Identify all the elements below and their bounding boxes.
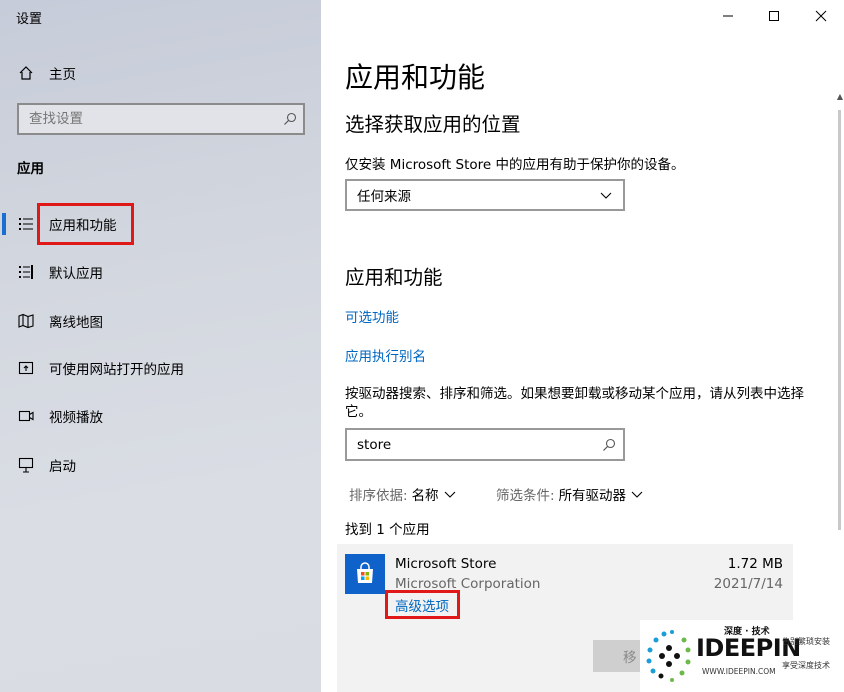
video-playback-icon	[17, 407, 35, 425]
home-icon	[17, 64, 35, 82]
maximize-icon	[769, 11, 779, 21]
offline-maps-icon	[17, 312, 35, 330]
close-icon	[815, 10, 827, 22]
optional-features-link[interactable]: 可选功能	[345, 306, 399, 326]
sidebar-item-offline-maps[interactable]: 离线地图	[0, 301, 321, 341]
sidebar-item-label: 视频播放	[49, 410, 103, 426]
highlight-box	[385, 590, 460, 619]
app-name: Microsoft Store	[395, 556, 497, 572]
sidebar-item-startup[interactable]: 启动	[0, 445, 321, 485]
scrollbar[interactable]	[838, 110, 841, 530]
chevron-down-icon	[444, 491, 455, 498]
dropdown-value: 任何来源	[357, 189, 411, 205]
apps-for-websites-icon	[17, 359, 35, 377]
watermark: 深度 · 技术 IDEEPIN WWW.IDEEPIN.COM 告别繁琐安装 享…	[640, 620, 844, 692]
app-size: 1.72 MB	[727, 556, 783, 572]
page-title: 应用和功能	[345, 61, 486, 94]
location-heading: 选择获取应用的位置	[345, 113, 521, 136]
sidebar-item-label: 默认应用	[49, 266, 103, 282]
filter-dropdown[interactable]: 筛选条件: 所有驱动器	[496, 484, 644, 504]
ideepin-logo-icon	[646, 630, 691, 682]
highlight-box	[37, 203, 134, 245]
chevron-down-icon	[599, 188, 613, 206]
window-title: 设置	[16, 12, 43, 27]
search-icon[interactable]	[283, 111, 297, 130]
filter-value: 所有驱动器	[558, 488, 627, 504]
search-icon[interactable]	[602, 437, 616, 456]
close-button[interactable]	[801, 4, 841, 28]
sidebar-item-default-apps[interactable]: 默认应用	[0, 252, 321, 292]
apps-heading: 应用和功能	[345, 266, 443, 289]
sidebar-item-video-playback[interactable]: 视频播放	[0, 396, 321, 436]
sort-dropdown[interactable]: 排序依据: 名称	[349, 484, 457, 504]
maximize-button[interactable]	[754, 4, 794, 28]
app-execution-alias-link[interactable]: 应用执行别名	[345, 345, 426, 365]
section-heading: 应用	[17, 161, 44, 177]
app-search-input[interactable]	[347, 430, 587, 459]
nav-home[interactable]: 主页	[0, 53, 321, 93]
default-apps-icon	[17, 263, 35, 281]
chevron-down-icon	[631, 491, 643, 498]
apps-features-icon	[17, 215, 35, 233]
minimize-button[interactable]	[708, 4, 748, 28]
sort-value: 名称	[411, 488, 439, 504]
sidebar-item-label: 启动	[49, 459, 76, 475]
settings-search-input[interactable]	[19, 105, 269, 133]
microsoft-store-icon	[345, 554, 385, 594]
watermark-url: WWW.IDEEPIN.COM	[702, 667, 776, 676]
watermark-tagline-1: 告别繁琐安装	[782, 637, 830, 646]
main-panel: ▲ 应用和功能 选择获取应用的位置 仅安装 Microsoft Store 中的…	[321, 0, 844, 692]
minimize-icon	[723, 15, 733, 17]
scroll-up-arrow[interactable]: ▲	[837, 92, 843, 101]
watermark-tagline-2: 享受深度技术	[782, 661, 830, 670]
search-description: 按驱动器搜索、排序和筛选。如果想要卸载或移动某个应用，请从列表中选择它。	[345, 386, 804, 420]
app-search-box[interactable]	[345, 428, 625, 461]
sort-label: 排序依据:	[349, 488, 408, 504]
startup-icon	[17, 456, 35, 474]
sidebar-item-label: 离线地图	[49, 315, 103, 331]
app-source-dropdown[interactable]: 任何来源	[345, 179, 625, 211]
nav-home-label: 主页	[49, 67, 76, 83]
sidebar: 设置 主页 应用 应用和功能 默认应用 离线地图	[0, 0, 321, 692]
filter-label: 筛选条件:	[496, 488, 555, 504]
result-count: 找到 1 个应用	[345, 522, 430, 538]
sidebar-item-apps-for-websites[interactable]: 可使用网站打开的应用	[0, 348, 321, 388]
location-description: 仅安装 Microsoft Store 中的应用有助于保护你的设备。	[345, 157, 685, 173]
app-date: 2021/7/14	[713, 576, 783, 592]
sidebar-item-label: 可使用网站打开的应用	[49, 362, 184, 378]
settings-search-box[interactable]	[17, 103, 305, 135]
